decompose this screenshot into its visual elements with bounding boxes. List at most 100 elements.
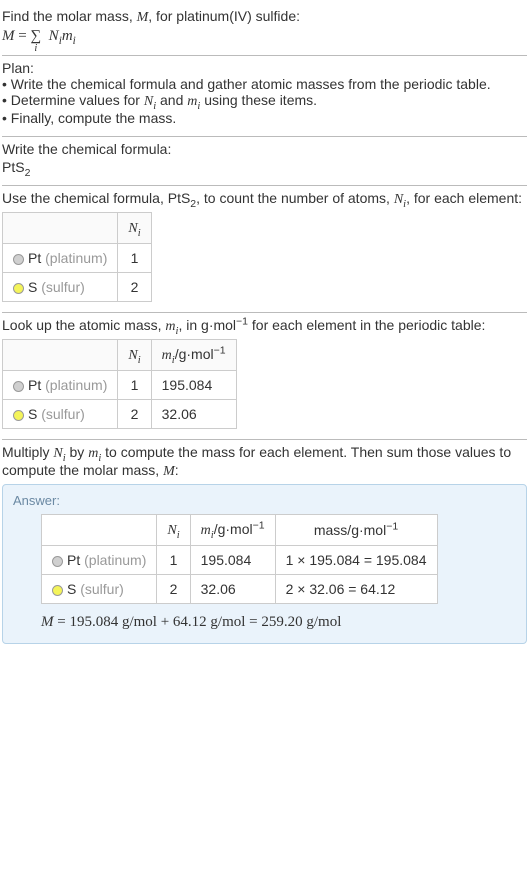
table-row: Pt (platinum) 1 195.084 <box>3 371 237 400</box>
calc-value: 2 × 32.06 = 64.12 <box>275 575 437 604</box>
intro-text-b: , for platinum(IV) sulfide: <box>148 8 300 24</box>
formula-sub: 2 <box>25 167 31 179</box>
mass-a: Look up the atomic mass, <box>2 317 165 333</box>
table-row: S (sulfur) 2 <box>3 273 152 302</box>
mult-Ni: Ni <box>53 446 65 461</box>
pt-swatch-icon <box>52 556 63 567</box>
plan-b2-b: and <box>156 92 187 108</box>
count-a: Use the chemical formula, PtS <box>2 190 190 206</box>
answer-box: Answer: Ni mi/g·mol−1 mass/g·mol−1 Pt (p… <box>2 484 527 644</box>
mi-value: 195.084 <box>190 546 275 575</box>
mult-b: by <box>66 444 89 460</box>
s-swatch-icon <box>52 585 63 596</box>
intro-text-a: Find the molar mass, <box>2 8 137 24</box>
ni-header: Ni <box>118 213 151 244</box>
mult-mi: mi <box>88 446 101 461</box>
table-row: S (sulfur) 2 32.06 2 × 32.06 = 64.12 <box>42 575 438 604</box>
el-sym: Pt <box>28 250 41 266</box>
element-cell: S (sulfur) <box>3 273 118 302</box>
mass-b: , in g·mol <box>178 317 236 333</box>
final-result: M = 195.084 g/mol + 64.12 g/mol = 259.20… <box>41 614 516 631</box>
count-c: , for each element: <box>406 190 522 206</box>
pt-swatch-icon <box>13 381 24 392</box>
element-cell: Pt (platinum) <box>42 546 157 575</box>
ni-value: 2 <box>157 575 190 604</box>
formula-heading: Write the chemical formula: <box>2 141 527 157</box>
intro-block: Find the molar mass, M, for platinum(IV)… <box>2 4 527 55</box>
mult-d: : <box>175 462 179 478</box>
el-name: (platinum) <box>45 250 107 266</box>
table-header-row: Ni <box>3 213 152 244</box>
plan-heading: Plan: <box>2 60 527 76</box>
multiply-text: Multiply Ni by mi to compute the mass fo… <box>2 444 527 480</box>
ni-value: 1 <box>157 546 190 575</box>
mass-table: Ni mi/g·mol−1 Pt (platinum) 1 195.084 S … <box>2 339 237 429</box>
plan-block: Plan: • Write the chemical formula and g… <box>2 56 527 136</box>
table-row: S (sulfur) 2 32.06 <box>3 400 237 429</box>
final-text: = 195.084 g/mol + 64.12 g/mol = 259.20 g… <box>54 614 342 630</box>
count-table: Ni Pt (platinum) 1 S (sulfur) 2 <box>2 212 152 302</box>
blank-header <box>3 213 118 244</box>
pt-swatch-icon <box>13 254 24 265</box>
multiply-block: Multiply Ni by mi to compute the mass fo… <box>2 440 527 648</box>
ni-header: Ni <box>157 515 190 546</box>
mi-header: mi/g·mol−1 <box>151 340 236 371</box>
table-row: Pt (platinum) 1 195.084 1 × 195.084 = 19… <box>42 546 438 575</box>
el-sym: Pt <box>67 552 80 568</box>
plan-bullet-3: • Finally, compute the mass. <box>2 110 527 126</box>
count-b: , to count the number of atoms, <box>196 190 394 206</box>
calc-value: 1 × 195.084 = 195.084 <box>275 546 437 575</box>
element-cell: S (sulfur) <box>3 400 118 429</box>
plan-bullet-2: • Determine values for Ni and mi using t… <box>2 92 527 110</box>
blank-header <box>42 515 157 546</box>
count-block: Use the chemical formula, PtS 2 , to count… <box>2 186 527 312</box>
el-name: (sulfur) <box>80 581 124 597</box>
el-sym: S <box>28 279 37 295</box>
formula-base: PtS <box>2 159 25 175</box>
mass-block: Look up the atomic mass, mi, in g·mol−1 … <box>2 313 527 439</box>
mi-value: 32.06 <box>190 575 275 604</box>
mult-a: Multiply <box>2 444 53 460</box>
mi-value: 32.06 <box>151 400 236 429</box>
intro-M: M <box>137 10 149 25</box>
formula-block: Write the chemical formula: PtS2 <box>2 137 527 185</box>
table-header-row: Ni mi/g·mol−1 mass/g·mol−1 <box>42 515 438 546</box>
ni-value: 1 <box>118 244 151 273</box>
mass-mi: mi <box>165 319 178 334</box>
count-text: Use the chemical formula, PtS2, to count… <box>2 190 527 208</box>
plan-b2-a: • Determine values for <box>2 92 144 108</box>
ni-value: 1 <box>118 371 151 400</box>
el-name: (platinum) <box>84 552 146 568</box>
s-swatch-icon <box>13 410 24 421</box>
plan-bullet-1: • Write the chemical formula and gather … <box>2 76 527 92</box>
mass-c: for each element in the periodic table: <box>248 317 485 333</box>
el-sym: S <box>28 406 37 422</box>
element-cell: Pt (platinum) <box>3 244 118 273</box>
mi-value: 195.084 <box>151 371 236 400</box>
mult-M: M <box>163 464 175 479</box>
ni-header: Ni <box>118 340 151 371</box>
table-header-row: Ni mi/g·mol−1 <box>3 340 237 371</box>
el-name: (sulfur) <box>41 279 85 295</box>
answer-label: Answer: <box>13 493 516 508</box>
element-cell: S (sulfur) <box>42 575 157 604</box>
ni-value: 2 <box>118 400 151 429</box>
s-swatch-icon <box>13 283 24 294</box>
el-sym: S <box>67 581 76 597</box>
mass-header-text: mass/g·mol <box>314 522 386 538</box>
el-name: (platinum) <box>45 377 107 393</box>
element-cell: Pt (platinum) <box>3 371 118 400</box>
ni-value: 2 <box>118 273 151 302</box>
mass-header: mass/g·mol−1 <box>275 515 437 546</box>
plan-mi: mi <box>187 94 200 109</box>
blank-header <box>3 340 118 371</box>
mi-header: mi/g·mol−1 <box>190 515 275 546</box>
el-name: (sulfur) <box>41 406 85 422</box>
table-row: Pt (platinum) 1 <box>3 244 152 273</box>
count-Ni: Ni <box>394 192 406 207</box>
mass-text: Look up the atomic mass, mi, in g·mol−1 … <box>2 317 527 335</box>
plan-Ni: Ni <box>144 94 156 109</box>
molar-mass-formula: M = ∑i Nimi <box>2 28 527 45</box>
answer-table: Ni mi/g·mol−1 mass/g·mol−1 Pt (platinum)… <box>41 514 438 604</box>
chemical-formula: PtS2 <box>2 159 527 175</box>
